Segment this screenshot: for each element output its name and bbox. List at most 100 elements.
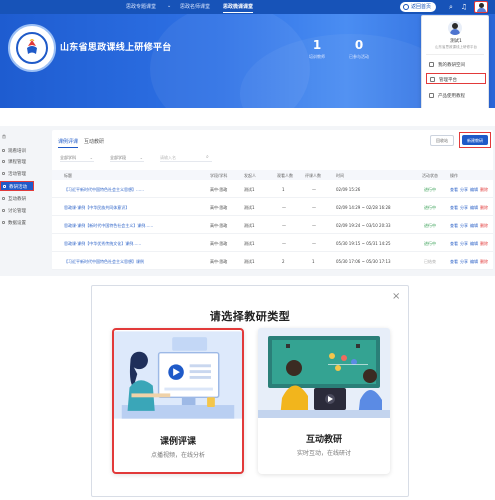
view-link[interactable]: 查看 [450, 259, 458, 264]
edit-link[interactable]: 编辑 [470, 241, 478, 246]
portal-header-screenshot: 思政专题课堂 ⌄ 思政名师课堂 思政微课课堂 返回首页 ⌕ ♫ 山东省思政课线上… [0, 0, 495, 108]
modal-title: 请选择教研类型 [209, 310, 291, 323]
row-views: — [282, 205, 286, 210]
row-status: 进行中 [424, 223, 436, 228]
delete-link[interactable]: 删除 [480, 223, 488, 228]
row-actions: 查看 分享 编辑 删除 [450, 259, 488, 265]
home-button-label: 返回首页 [411, 4, 432, 10]
option-interactive[interactable]: 互动教研 实时互动，在线研讨 [258, 328, 390, 474]
filter-stage[interactable]: 全部学段 ⌄ [110, 154, 144, 162]
row-reviews: — [312, 205, 316, 210]
row-views: 2 [282, 259, 285, 264]
close-icon[interactable]: × [392, 292, 400, 302]
sidebar-item[interactable]: 观看培训 [0, 146, 48, 156]
row-actions: 查看 分享 编辑 删除 [450, 241, 488, 247]
item-icon [2, 149, 5, 152]
row-status: 进行中 [424, 187, 436, 192]
row-time: 05/30 19:15 ~ 05/31 14:25 [336, 241, 391, 246]
edit-link[interactable]: 编辑 [470, 187, 478, 192]
view-link[interactable]: 查看 [450, 241, 458, 246]
new-research-button[interactable]: 新建教研 [459, 132, 491, 148]
site-title: 山东省思政课线上研修平台 [60, 43, 172, 53]
row-title-link[interactable]: 思政课·课例【中华民族共同体意识】 [64, 205, 129, 211]
new-button-label: 新建教研 [462, 135, 488, 145]
view-link[interactable]: 查看 [450, 205, 458, 210]
row-status: 进行中 [424, 205, 436, 210]
edit-link[interactable]: 编辑 [470, 223, 478, 228]
delete-link[interactable]: 删除 [480, 259, 488, 264]
home-button[interactable]: 返回首页 [400, 2, 437, 12]
menu-item-my-space[interactable]: 我的教研空间 [426, 59, 486, 70]
user-avatar-button[interactable] [474, 1, 488, 13]
row-status: 进行中 [424, 241, 436, 246]
row-title-link[interactable]: 【习近平新时代中国特色社会主义思想】…… [64, 187, 144, 193]
row-subject: 高中·思政 [210, 259, 228, 264]
search-placeholder: 请输入名 [160, 155, 176, 160]
row-owner: 测试1 [244, 259, 255, 264]
sidebar-item-active[interactable]: 教研活动 [0, 181, 34, 191]
option-course-review[interactable]: 课例评课 点播视频，在线分析 [112, 328, 244, 474]
search-icon[interactable]: ⌕ [206, 154, 209, 160]
tab-course-review[interactable]: 课例评课 [58, 138, 79, 148]
share-link[interactable]: 分享 [460, 187, 468, 192]
table-row: 思政课·课例【新时代中国特色社会主义】课例…… 高中·思政 测试1 — — 02… [52, 217, 493, 234]
filter-label: 全部学科 [60, 155, 76, 160]
nav-item[interactable]: 思政专题课堂 [126, 3, 156, 10]
trash-button[interactable]: 回收站 [430, 135, 454, 146]
row-title-link[interactable]: 思政课·课例【新时代中国特色社会主义】课例…… [64, 223, 153, 229]
nav-chevron-icon: ⌄ [167, 3, 172, 9]
item-icon [2, 160, 5, 163]
avatar [448, 21, 462, 35]
column-header: 评课人数 [305, 173, 321, 178]
column-header: 学段/学科 [210, 173, 228, 178]
nav-item-active[interactable]: 思政微课课堂 [223, 3, 254, 13]
row-actions: 查看 分享 编辑 删除 [450, 223, 488, 229]
sidebar-item[interactable]: 数据设置 [0, 218, 48, 228]
filter-subject[interactable]: 全部学科 ⌄ [60, 154, 94, 162]
row-views: — [282, 223, 286, 228]
option-subtitle: 实时互动，在线研讨 [296, 450, 351, 457]
sidebar-item-label: 观看培训 [8, 149, 26, 154]
row-subject: 高中·思政 [210, 223, 228, 228]
edit-link[interactable]: 编辑 [470, 205, 478, 210]
edit-link[interactable]: 编辑 [470, 259, 478, 264]
row-title-link[interactable]: 思政课·课例【中华优秀传统文化】课例…… [64, 241, 141, 247]
top-nav-bar: 思政专题课堂 ⌄ 思政名师课堂 思政微课课堂 返回首页 ⌕ ♫ [0, 0, 495, 14]
tab-interactive[interactable]: 互动教研 [84, 138, 104, 145]
table-header: 标题 学段/学科 发起人 观看人数 评课人数 时间 活动状态 操作 [52, 170, 493, 180]
search-input[interactable]: 请输入名 [160, 154, 212, 162]
delete-link[interactable]: 删除 [480, 187, 488, 192]
row-reviews: — [312, 241, 316, 246]
admin-list-screenshot: 首 观看培训 课程管理 活动管理 教研活动 互动教研 讨论管理 数据设置 课例评… [0, 126, 495, 276]
sidebar-item[interactable]: 互动教研 [0, 194, 48, 204]
menu-item-label: 我的教研空间 [438, 63, 465, 68]
column-header: 观看人数 [277, 173, 293, 178]
menu-item-admin[interactable]: 管理平台 [426, 73, 486, 84]
share-link[interactable]: 分享 [460, 223, 468, 228]
column-header: 标题 [64, 173, 72, 178]
menu-item-tutorial[interactable]: 产品使用教程 [426, 90, 486, 101]
chevron-down-icon: ⌄ [89, 155, 93, 160]
sidebar-item[interactable]: 课程管理 [0, 157, 48, 167]
row-title-link[interactable]: 【习近平新时代中国特色社会主义思想】课例 [64, 259, 144, 265]
share-link[interactable]: 分享 [460, 241, 468, 246]
sidebar-item-label: 课程管理 [8, 160, 26, 165]
sidebar-item[interactable]: 活动管理 [0, 169, 48, 179]
column-header: 活动状态 [422, 173, 438, 178]
search-icon[interactable]: ⌕ [447, 3, 455, 11]
delete-link[interactable]: 删除 [480, 241, 488, 246]
space-icon [429, 62, 434, 67]
interactive-research-illustration [258, 328, 390, 418]
sidebar-item[interactable]: 讨论管理 [0, 206, 48, 216]
share-link[interactable]: 分享 [460, 205, 468, 210]
nav-item[interactable]: 思政名师课堂 [180, 3, 210, 10]
stat-activities: 0 已参与活动 [349, 38, 369, 60]
bell-icon[interactable]: ♫ [460, 3, 468, 11]
delete-link[interactable]: 删除 [480, 205, 488, 210]
user-org: 山东省思政课线上研修平台 [435, 45, 477, 49]
view-link[interactable]: 查看 [450, 223, 458, 228]
column-header: 时间 [336, 173, 344, 178]
user-dropdown-menu: 测试1 山东省思政课线上研修平台 我的教研空间 管理平台 产品使用教程 [421, 15, 489, 108]
share-link[interactable]: 分享 [460, 259, 468, 264]
view-link[interactable]: 查看 [450, 187, 458, 192]
